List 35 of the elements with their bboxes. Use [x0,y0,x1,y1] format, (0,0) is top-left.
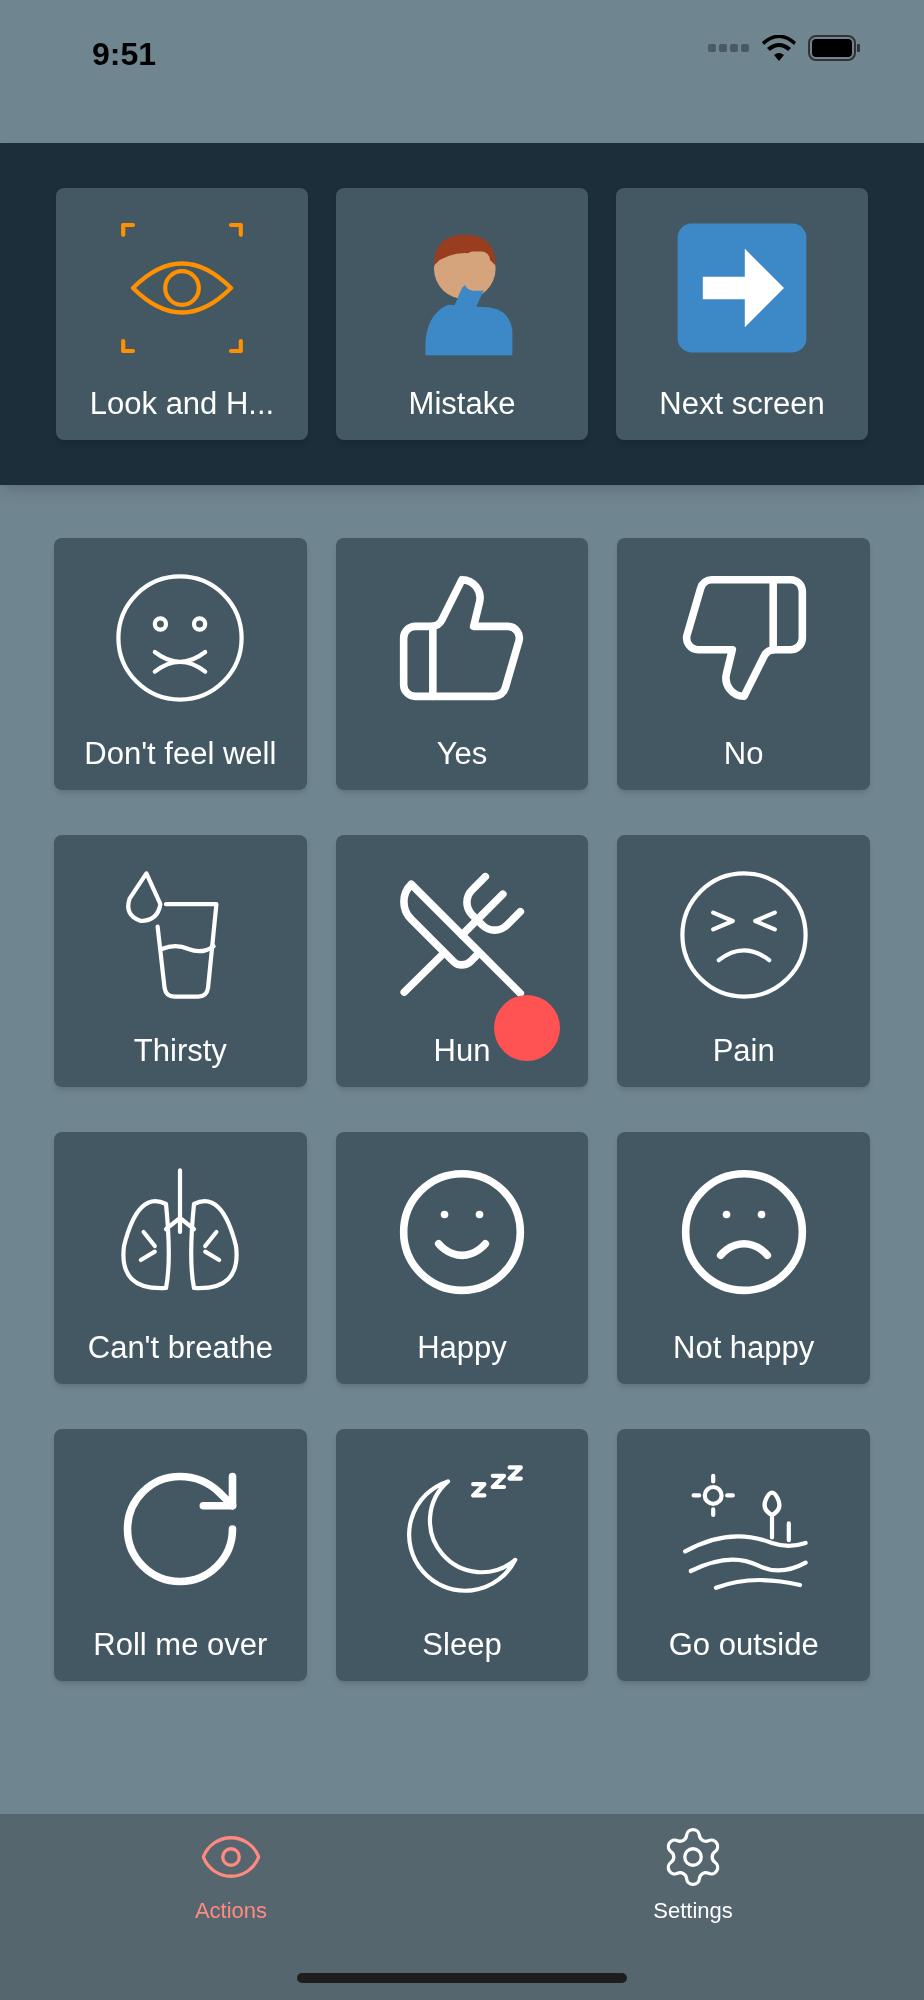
tile-label: Pain [712,1032,775,1070]
phrase-tile[interactable]: Go outside [617,1429,870,1681]
tile-label: Thirsty [133,1032,227,1070]
phrase-tile[interactable]: Don't feel well [54,538,307,790]
phrase-tile[interactable]: Next screen [616,188,868,440]
signal-icon [708,43,750,53]
tile-label: Yes [436,735,488,773]
status-time: 9:51 [92,35,157,74]
phrase-tile[interactable]: Thirsty [54,835,307,1087]
phrase-tile[interactable]: Roll me over [54,1429,307,1681]
phrase-tile[interactable]: Pain [617,835,870,1087]
tile-label: No [723,735,764,773]
phrase-tile[interactable]: No [617,538,870,790]
phrase-tile[interactable]: Happy [335,1132,589,1384]
phrase-tile[interactable]: Can't breathe [54,1132,307,1384]
battery-icon [808,34,862,62]
tile-label: Hun [433,1032,491,1070]
tile-label: Next screen [659,385,825,423]
tile-label: Can't breathe [87,1329,273,1367]
phrase-tile[interactable]: Look and H... [56,188,308,440]
tile-label: Go outside [668,1626,819,1664]
tile-label: Mistake [408,385,516,423]
phrase-tile[interactable]: Yes [335,538,589,790]
tile-label: Sleep [422,1626,502,1664]
tile-label: Don't feel well [84,735,277,773]
phrase-tile[interactable]: Hun [335,835,589,1087]
phrase-tile[interactable]: Sleep [335,1429,589,1681]
tab-item[interactable]: Settings [462,1814,924,1927]
tile-label: Look and H... [89,385,275,423]
tile-label: Happy [417,1329,507,1367]
tile-label: Roll me over [93,1626,268,1664]
phrase-tile[interactable]: Mistake [336,188,588,440]
tile-label: Not happy [673,1329,815,1367]
wifi-icon [762,35,796,61]
phrase-tile[interactable]: Not happy [617,1132,870,1384]
